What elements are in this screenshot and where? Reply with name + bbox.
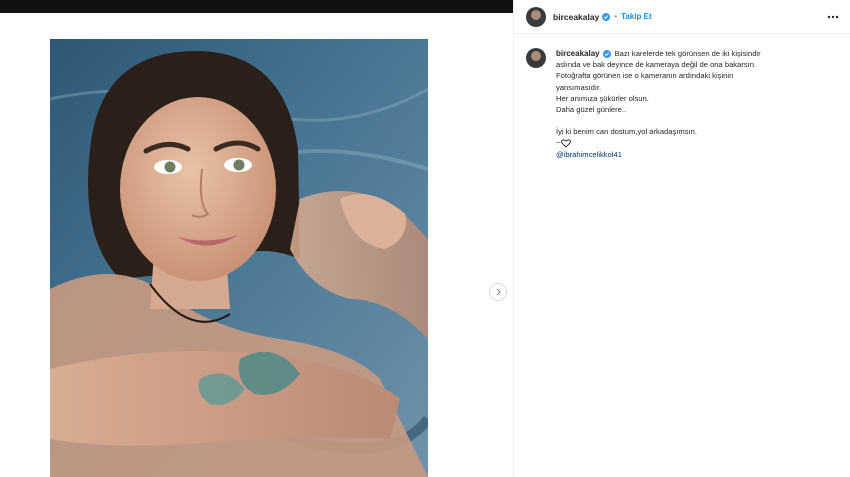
caption-line-5: Her anımıza şükürler olsun. (556, 93, 649, 103)
author-avatar[interactable] (526, 6, 546, 27)
author-username[interactable]: birceakalay (553, 12, 599, 22)
caption-author-avatar[interactable] (526, 48, 546, 68)
header-separator: • (614, 12, 618, 21)
more-options-icon[interactable] (826, 10, 840, 24)
post-header: birceakalay • Takip Et (514, 0, 850, 34)
heart-outline-icon (561, 138, 572, 148)
post-sidebar: birceakalay • Takip Et birceakalay Bazı … (514, 0, 850, 477)
caption-line-4: yansımasıdır. (556, 82, 602, 92)
caption-line-2: aslında ve bak deyince de kameraya değil… (556, 60, 757, 70)
caption-first-line: birceakalay Bazı karelerde tek görünsen … (556, 48, 761, 59)
caption-heart-line: ~ (556, 137, 761, 148)
verified-badge-icon (602, 49, 611, 58)
caption-line-7: İyi ki benim can dostum,yol arkadaşımsın… (556, 127, 697, 137)
caption-line-3: Fotoğrafta görünen ise o kameranın ardın… (556, 71, 734, 81)
caption-line-6: Daha güzel günlere.. (556, 105, 627, 115)
photo-illustration (50, 39, 428, 477)
post-photo[interactable] (50, 39, 428, 477)
mention-link[interactable]: @ibrahimcelikkol41 (556, 149, 761, 160)
verified-badge-icon (602, 12, 611, 21)
caption-line-1: Bazı karelerde tek görünsen de iki kişis… (614, 49, 761, 58)
caption-text: birceakalay Bazı karelerde tek görünsen … (556, 48, 761, 160)
post-caption: birceakalay Bazı karelerde tek görünsen … (526, 48, 838, 160)
caption-username[interactable]: birceakalay (556, 48, 600, 59)
chevron-right-icon (496, 288, 501, 296)
follow-button[interactable]: Takip Et (621, 12, 652, 21)
top-black-bar (0, 0, 513, 13)
media-pane (0, 13, 513, 477)
caption-tilde: ~ (556, 138, 561, 148)
next-photo-button[interactable] (489, 283, 507, 301)
